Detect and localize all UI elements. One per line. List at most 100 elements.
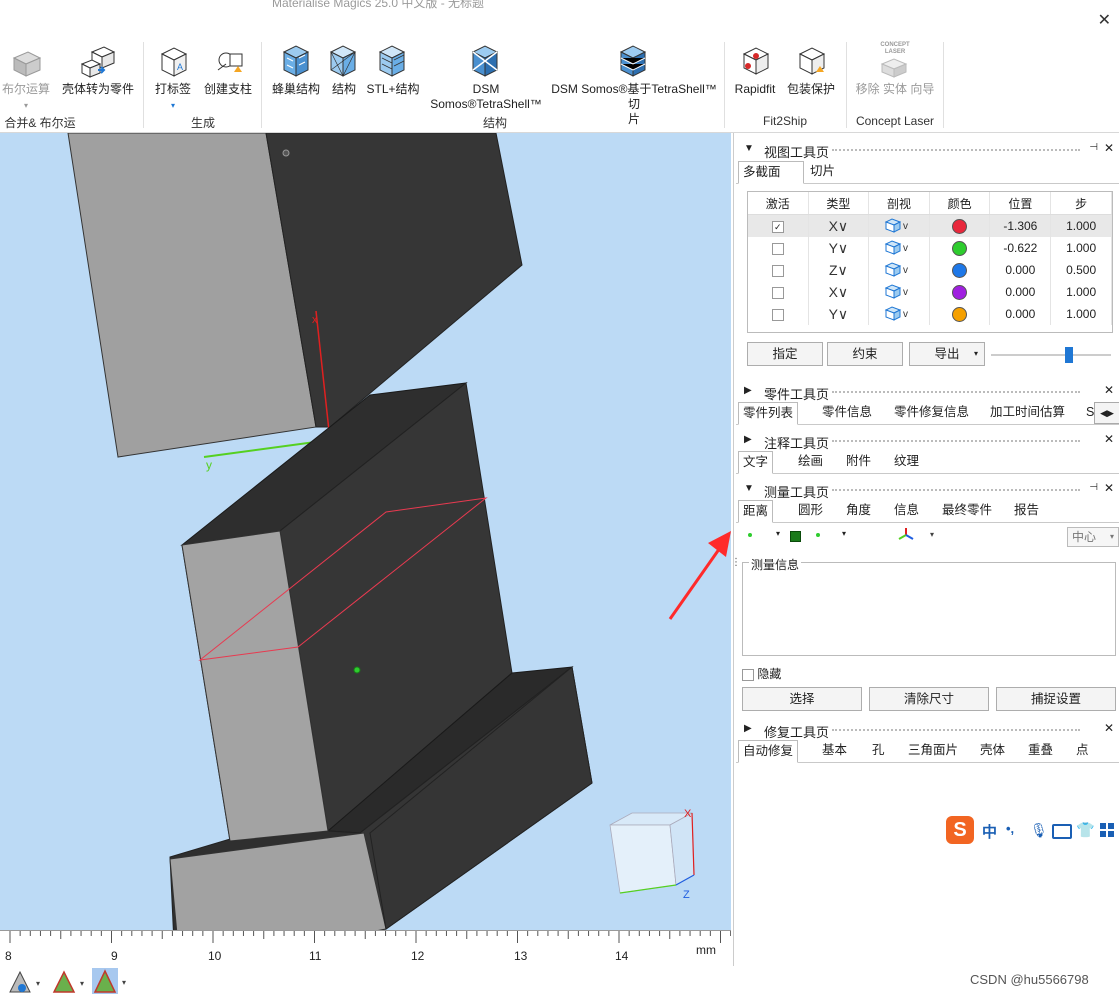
close-icon[interactable]: ✕ (1104, 721, 1114, 735)
tab-scroll-arrows[interactable]: ◀▶ (1094, 402, 1119, 424)
microphone-icon[interactable]: 🎙 (1030, 822, 1048, 839)
position-slider[interactable] (991, 347, 1111, 363)
type-select[interactable]: Z∨ (808, 259, 870, 281)
view-cube[interactable]: X Z (609, 808, 695, 901)
boolean-button[interactable]: 布尔运算 ▾ (0, 44, 52, 113)
tab-final-part[interactable]: 最终零件 (938, 500, 996, 521)
chevron-down-icon[interactable]: ▾ (776, 529, 780, 538)
chevron-down-icon[interactable]: ▾ (842, 529, 846, 538)
view-tools-header[interactable]: ▼ 视图工具页 ⊣ ✕ (734, 141, 1119, 160)
skin-icon[interactable]: 👕 (1076, 821, 1095, 839)
type-select[interactable]: X∨ (808, 214, 870, 237)
remove-solid-wizard-button[interactable]: CONCEPT LASER 移除 实体 向导 (852, 42, 938, 97)
type-select[interactable]: Y∨ (808, 303, 870, 325)
tab-basic[interactable]: 基本 (818, 740, 851, 761)
position-value[interactable]: 0.000 (989, 259, 1052, 281)
annotation-tools-header[interactable]: ▶ 注释工具页 ✕ (734, 432, 1119, 451)
part-tools-header[interactable]: ▶ 零件工具页 ✕ (734, 383, 1119, 402)
assign-button[interactable]: 指定 (747, 342, 823, 366)
color-swatch[interactable] (929, 303, 991, 325)
tab-slice[interactable]: 切片 (806, 161, 839, 182)
close-icon[interactable]: ✕ (1104, 383, 1114, 397)
step-value[interactable]: 1.000 (1050, 281, 1112, 303)
tab-holes[interactable]: 孔 (868, 740, 889, 761)
pin-icon[interactable]: ⊣ (1089, 482, 1098, 493)
dsm-tetrashell-button[interactable]: DSM Somos®TetraShell™ (430, 44, 542, 112)
collapse-icon[interactable]: ▼ (744, 143, 754, 154)
close-icon[interactable]: ✕ (1104, 141, 1114, 155)
snap-mode-select[interactable]: 中心 ▾ (1067, 527, 1119, 547)
tab-info[interactable]: 信息 (890, 500, 923, 521)
section-view-icon[interactable]: v (868, 281, 930, 303)
clear-dimensions-button[interactable]: 清除尺寸 (869, 687, 989, 711)
step-value[interactable]: 1.000 (1050, 237, 1112, 259)
tab-overlap[interactable]: 重叠 (1024, 740, 1057, 761)
label-button[interactable]: A 打标签 ▾ (150, 44, 196, 113)
section-row[interactable]: ✓ X∨ v -1.306 1.000 (748, 214, 1112, 237)
collapse-icon[interactable]: ▼ (744, 483, 754, 494)
step-value[interactable]: 1.000 (1050, 303, 1112, 325)
hide-checkbox[interactable]: 隐藏 (742, 665, 781, 682)
tab-part-list[interactable]: 零件列表 (738, 402, 799, 425)
expand-icon[interactable]: ▶ (744, 723, 752, 734)
section-view-icon[interactable]: v (868, 237, 930, 259)
active-checkbox[interactable] (748, 281, 809, 303)
shading-mode-icon[interactable]: ▾ (6, 970, 46, 994)
tab-texture[interactable]: 纹理 (890, 451, 923, 472)
repair-tools-header[interactable]: ▶ 修复工具页 ✕ (734, 721, 1119, 740)
section-view-icon[interactable]: v (868, 303, 930, 325)
section-row[interactable]: Z∨ v 0.000 0.500 (748, 259, 1112, 281)
tab-report[interactable]: 报告 (1010, 500, 1043, 521)
close-icon[interactable]: ✕ (1104, 432, 1114, 446)
select-button[interactable]: 选择 (742, 687, 862, 711)
tab-shells[interactable]: 壳体 (976, 740, 1009, 761)
tab-distance[interactable]: 距离 (738, 500, 774, 523)
tab-triangles[interactable]: 三角面片 (904, 740, 962, 761)
axis-snap-icon[interactable]: ▾ (898, 527, 938, 543)
stl-structure-button[interactable]: STL+结构 (364, 44, 422, 97)
shell-to-part-button[interactable]: 壳体转为零件 (58, 44, 138, 97)
grid-menu-icon[interactable] (1100, 823, 1114, 837)
close-icon[interactable]: ✕ (1098, 10, 1111, 30)
ime-punctuation[interactable]: •, (1006, 821, 1014, 836)
point-icon[interactable] (816, 533, 820, 537)
step-value[interactable]: 0.500 (1050, 259, 1112, 281)
keyboard-icon[interactable] (1052, 824, 1072, 839)
ime-language[interactable]: 中 (982, 821, 997, 842)
color-swatch[interactable] (929, 237, 991, 259)
expand-icon[interactable]: ▶ (744, 385, 752, 396)
section-row[interactable]: X∨ v 0.000 1.000 (748, 281, 1112, 303)
3d-viewport[interactable]: x y z 默认 X Z (0, 133, 731, 966)
snap-settings-button[interactable]: 捕捉设置 (996, 687, 1116, 711)
step-value[interactable]: 1.000 (1050, 214, 1112, 237)
tab-circle[interactable]: 圆形 (794, 500, 827, 521)
active-checkbox[interactable] (748, 237, 809, 259)
tab-text[interactable]: 文字 (738, 451, 774, 474)
active-checkbox[interactable]: ✓ (748, 214, 809, 237)
position-value[interactable]: 0.000 (989, 303, 1052, 325)
tab-angle[interactable]: 角度 (842, 500, 875, 521)
render-mode-icon[interactable]: ▾ (50, 970, 90, 994)
wireframe-mode-icon[interactable]: ▾ (92, 968, 132, 994)
honeycomb-button[interactable]: 蜂巢结构 (268, 44, 324, 97)
expand-left-icon[interactable]: ⋮ (731, 557, 741, 568)
position-value[interactable]: -0.622 (989, 237, 1052, 259)
scene-canvas[interactable]: x y z 默认 X Z (0, 133, 731, 966)
section-view-icon[interactable]: v (868, 214, 930, 237)
expand-icon[interactable]: ▶ (744, 434, 752, 445)
color-swatch[interactable] (929, 259, 991, 281)
tab-part-info[interactable]: 零件信息 (818, 402, 876, 423)
position-value[interactable]: 0.000 (989, 281, 1052, 303)
close-icon[interactable]: ✕ (1104, 481, 1114, 495)
rapidfit-button[interactable]: Rapidfit (730, 44, 780, 97)
measure-tools-header[interactable]: ▼ 测量工具页 ⊣ ✕ (734, 481, 1119, 500)
ime-logo[interactable]: S (946, 816, 974, 844)
structure-button[interactable]: 结构 (326, 44, 362, 97)
tab-attachment[interactable]: 附件 (842, 451, 875, 472)
tab-build-time[interactable]: 加工时间估算 (986, 402, 1069, 423)
package-protect-button[interactable]: 包装保护 (782, 44, 840, 97)
color-swatch[interactable] (929, 214, 991, 237)
tab-points[interactable]: 点 (1072, 740, 1093, 761)
export-button[interactable]: 导出 ▾ (909, 342, 985, 366)
active-checkbox[interactable] (748, 303, 809, 325)
